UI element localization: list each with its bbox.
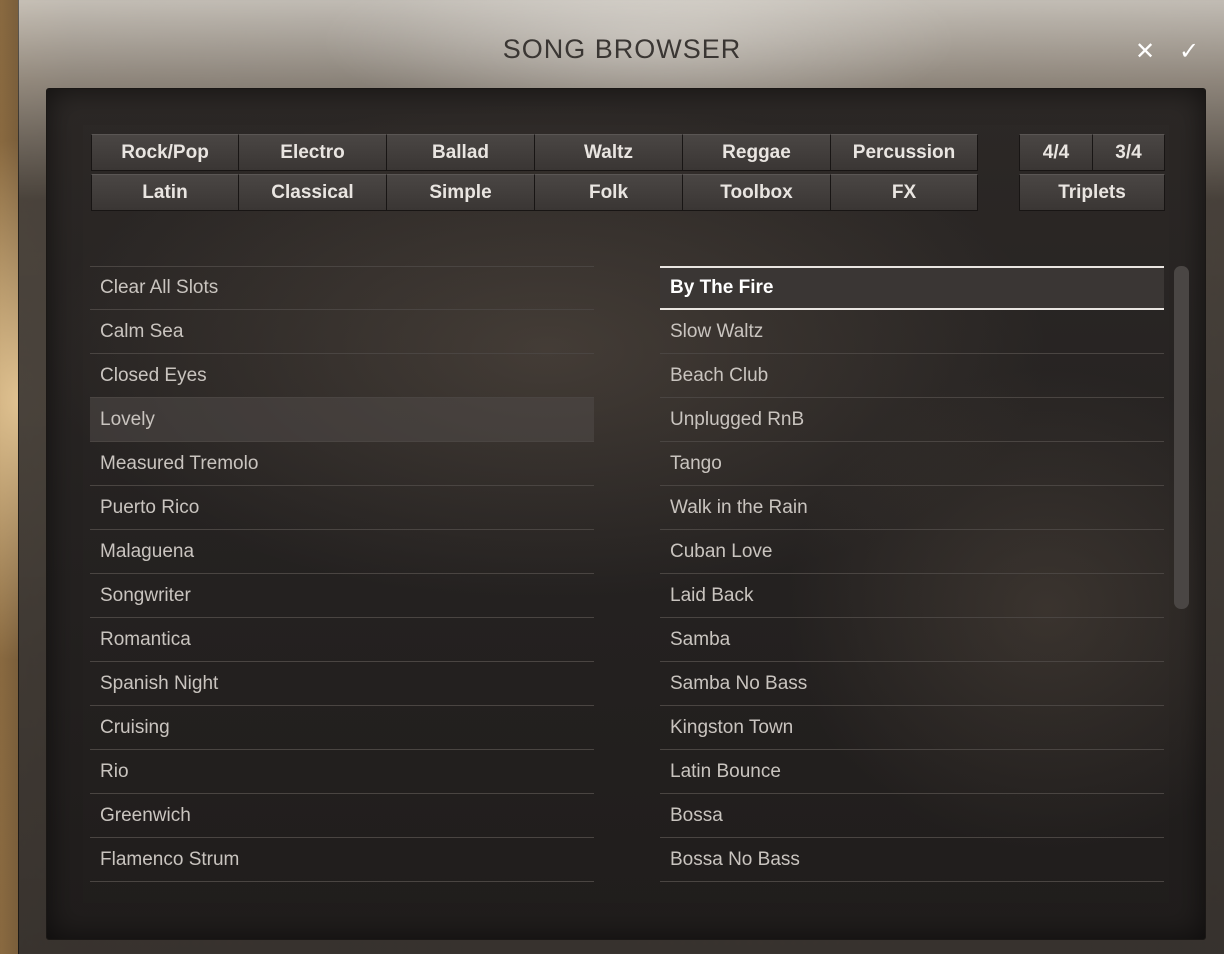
- list-item[interactable]: Kingston Town: [660, 706, 1164, 750]
- right-song-list: By The Fire Slow Waltz Beach Club Unplug…: [660, 266, 1164, 882]
- list-item[interactable]: Walk in the Rain: [660, 486, 1164, 530]
- list-item[interactable]: Samba: [660, 618, 1164, 662]
- list-item[interactable]: Tango: [660, 442, 1164, 486]
- genre-button-simple[interactable]: Simple: [386, 174, 535, 211]
- list-item[interactable]: Greenwich: [90, 794, 594, 838]
- list-item[interactable]: Cuban Love: [660, 530, 1164, 574]
- list-item[interactable]: Malaguena: [90, 530, 594, 574]
- list-item[interactable]: Measured Tremolo: [90, 442, 594, 486]
- genre-button-electro[interactable]: Electro: [238, 134, 387, 171]
- genre-button-classical[interactable]: Classical: [238, 174, 387, 211]
- list-item[interactable]: Puerto Rico: [90, 486, 594, 530]
- list-item[interactable]: Lovely: [90, 398, 594, 442]
- genre-button-rock-pop[interactable]: Rock/Pop: [91, 134, 239, 171]
- list-item[interactable]: Flamenco Strum: [90, 838, 594, 882]
- scrollbar-thumb[interactable]: [1174, 266, 1189, 609]
- list-item[interactable]: Samba No Bass: [660, 662, 1164, 706]
- list-item[interactable]: Bossa: [660, 794, 1164, 838]
- list-item[interactable]: Clear All Slots: [90, 266, 594, 310]
- list-item[interactable]: Unplugged RnB: [660, 398, 1164, 442]
- list-item[interactable]: Slow Waltz: [660, 310, 1164, 354]
- time-signature-3-4-button[interactable]: 3/4: [1092, 134, 1165, 171]
- genre-button-folk[interactable]: Folk: [534, 174, 683, 211]
- list-item[interactable]: Spanish Night: [90, 662, 594, 706]
- list-item[interactable]: Songwriter: [90, 574, 594, 618]
- list-item[interactable]: Beach Club: [660, 354, 1164, 398]
- list-item[interactable]: Bossa No Bass: [660, 838, 1164, 882]
- close-icon[interactable]: ✕: [1131, 38, 1159, 66]
- genre-button-reggae[interactable]: Reggae: [682, 134, 831, 171]
- genre-button-percussion[interactable]: Percussion: [830, 134, 978, 171]
- time-signature-4-4-button[interactable]: 4/4: [1019, 134, 1093, 171]
- list-item[interactable]: Calm Sea: [90, 310, 594, 354]
- list-item[interactable]: Romantica: [90, 618, 594, 662]
- list-item[interactable]: Latin Bounce: [660, 750, 1164, 794]
- confirm-icon[interactable]: ✓: [1175, 38, 1203, 66]
- list-item-selected[interactable]: By The Fire: [660, 266, 1164, 310]
- dialog-title: SONG BROWSER: [502, 34, 742, 64]
- song-browser-dialog: SONG BROWSER ✕ ✓ Rock/Pop Electro Ballad…: [18, 0, 1224, 954]
- genre-button-fx[interactable]: FX: [830, 174, 978, 211]
- list-item[interactable]: Cruising: [90, 706, 594, 750]
- left-song-list: Clear All Slots Calm Sea Closed Eyes Lov…: [90, 266, 594, 882]
- genre-button-latin[interactable]: Latin: [91, 174, 239, 211]
- genre-button-waltz[interactable]: Waltz: [534, 134, 683, 171]
- browser-panel: Rock/Pop Electro Ballad Waltz Reggae Per…: [46, 88, 1206, 940]
- triplets-button[interactable]: Triplets: [1019, 174, 1165, 211]
- list-item[interactable]: Laid Back: [660, 574, 1164, 618]
- list-item[interactable]: Closed Eyes: [90, 354, 594, 398]
- genre-button-toolbox[interactable]: Toolbox: [682, 174, 831, 211]
- genre-button-ballad[interactable]: Ballad: [386, 134, 535, 171]
- list-item[interactable]: Rio: [90, 750, 594, 794]
